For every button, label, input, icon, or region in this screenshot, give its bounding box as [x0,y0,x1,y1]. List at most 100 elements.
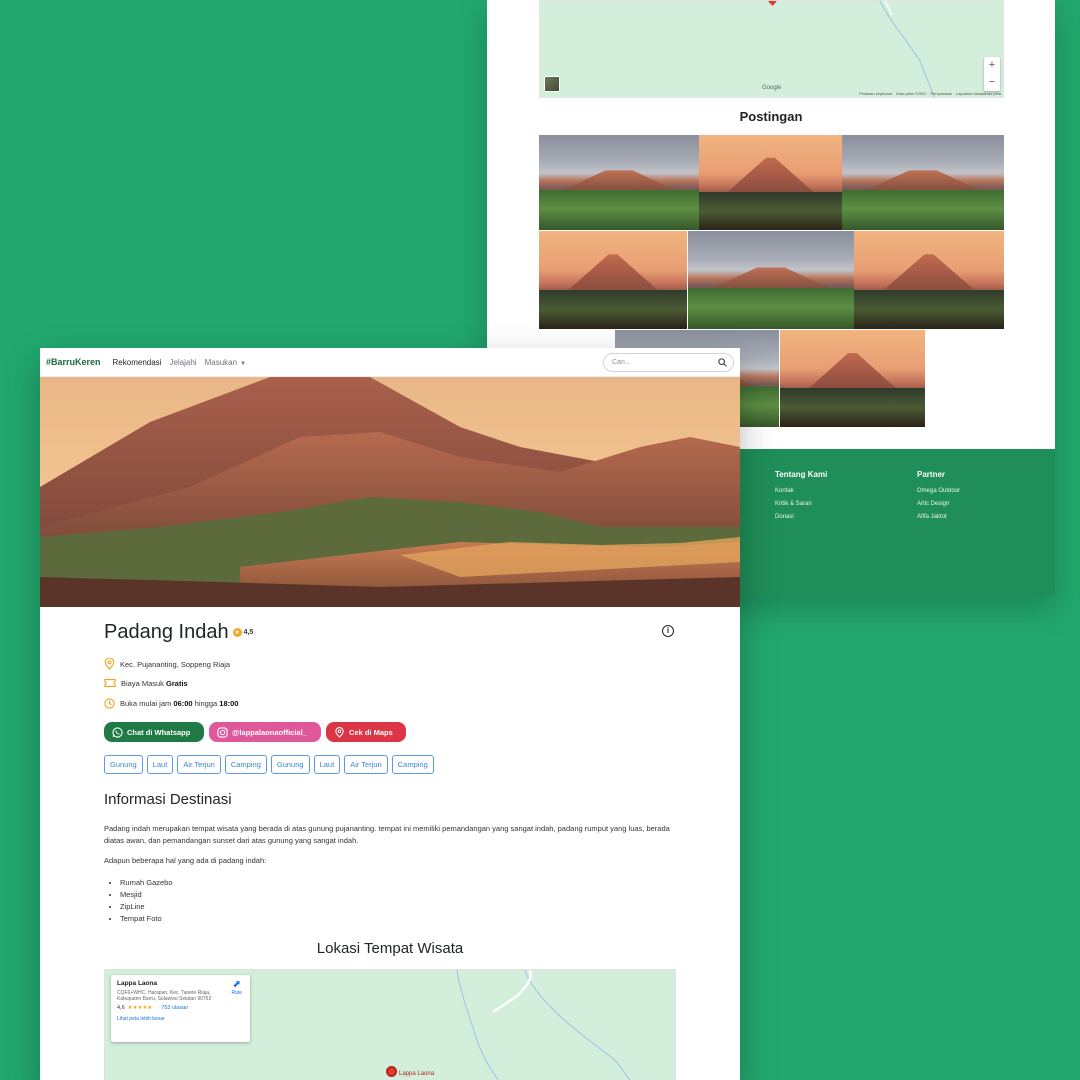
footer-link-partner[interactable]: Omega Outdoor [917,488,960,494]
rating: ★ 4,5 [232,628,254,637]
post-photo[interactable] [842,135,1004,230]
instagram-label: @lappalaonaofficial_ [232,727,307,737]
post-photo[interactable] [539,135,699,230]
satellite-toggle[interactable] [544,76,560,92]
map-rating-value: 4,6 [117,1005,125,1011]
directions-icon: ⬈ [232,979,241,990]
maps-label: Cek di Maps [349,727,393,737]
map-pin-icon[interactable] [386,1066,397,1077]
search-box [603,353,734,372]
list-item: Tempat Foto [120,914,173,923]
title-row: Padang Indah ★ 4,5 [104,621,253,644]
footer-partner-column: Partner Omega Outdoor Artic Design Afifa… [917,470,960,527]
post-photo[interactable] [539,231,687,329]
footer-link-contact[interactable]: Kontak [775,488,827,494]
rating-value: 4,5 [243,629,254,636]
map-place-address: CQF6+WHC, Harapan, Kec. Tanete Riaja, Ka… [117,990,212,1002]
hero-image [40,377,740,607]
google-logo: Google [762,85,782,91]
location-row: Kec. Pujananting, Soppeng Riaja [104,658,230,670]
navbar: #BarruKeren Rekomendasi Jelajahi Masukan… [40,348,740,377]
fee-label: Biaya Masuk [121,678,164,688]
instagram-button[interactable]: @lappalaonaofficial_ [209,722,321,742]
search-icon[interactable] [718,358,727,367]
whatsapp-icon [112,726,123,738]
larger-map-link[interactable]: Lihat peta lebih besar [117,1016,244,1022]
tag-chip[interactable]: Laut [313,755,341,774]
instagram-icon [217,726,228,738]
zoom-out-button[interactable]: − [984,74,1000,91]
post-photo[interactable] [688,231,854,329]
report-error-link[interactable]: Laporkan kesalahan peta [956,91,1001,96]
map-place-name: Lappa Laona [117,980,158,987]
tag-chip[interactable]: Laut [146,755,174,774]
fee-row: Biaya Masuk Gratis [104,678,188,688]
map-rating-row: 4,6 ★★★★★ 753 ulasan [117,1005,244,1011]
list-intro: Adapun beberapa hal yang ada di padang i… [104,856,267,865]
info-heading: Informasi Destinasi [104,791,232,808]
nav-dropdown-label: Masukan [204,357,238,367]
tag-chip[interactable]: Camping [391,755,434,774]
post-photo[interactable] [780,330,925,427]
mountain-landscape [40,377,740,607]
maps-button[interactable]: Cek di Maps [326,722,406,742]
map-data-text: Data peta ©2022 [896,91,927,96]
map-info-card: Lappa Laona CQF6+WHC, Harapan, Kec. Tane… [111,975,250,1042]
post-photo[interactable] [854,231,1004,329]
map-pin-icon [335,726,344,738]
facility-list: Rumah Gazebo Mesjid ZipLine Tempat Foto [120,878,173,926]
info-icon[interactable]: i [662,625,674,637]
map-stars: ★★★★★ [127,1005,153,1011]
route-button[interactable]: ⬈ Rute [231,979,242,997]
list-item: Mesjid [120,890,173,899]
zoom-control[interactable]: + − [984,57,1000,91]
clock-icon [104,698,115,709]
footer-partner-title: Partner [917,470,946,479]
tag-chip[interactable]: Gunung [104,755,143,774]
embedded-map[interactable]: Lappa Laona CQF6+WHC, Harapan, Kec. Tane… [104,969,676,1080]
list-item: Rumah Gazebo [120,878,173,887]
open-time: 06:00 [173,699,193,708]
tag-chip[interactable]: Gunung [270,755,310,774]
tag-list: Gunung Laut Air Terjun Camping Gunung La… [104,755,434,774]
whatsapp-label: Chat di Whatsapp [127,727,191,737]
hours-row: Buka mulai jam 06:00 hingga 18:00 [104,698,238,709]
nav-dropdown-feedback[interactable]: Masukan ▼ [205,358,246,367]
hours-label: Buka mulai jam [120,699,172,708]
tag-chip[interactable]: Air Terjun [344,755,388,774]
post-photo[interactable] [699,135,842,230]
location-pin-icon [104,658,115,670]
hours-mid: hingga [194,699,218,708]
footer-link-partner[interactable]: Afifa Jaktot [917,514,960,520]
footer-link-feedback[interactable]: Kritik & Saran [775,501,827,507]
map-reviews-link[interactable]: 753 ulasan [161,1005,188,1011]
nav-link-explore[interactable]: Jelajahi [169,358,196,367]
list-item: ZipLine [120,902,173,911]
map-pin-label: Lappa Laona [399,1071,435,1077]
route-label: Rute [231,990,242,996]
brand-logo[interactable]: #BarruKeren [46,357,101,367]
ticket-icon [104,679,116,687]
terms-link[interactable]: Persyaratan [930,91,952,96]
caret-down-icon: ▼ [240,360,247,367]
footer-about-title: Tentang Kami [775,470,828,479]
map-attribution: Pintasan keyboard Data peta ©2022 Persya… [859,91,1001,96]
front-page-mockup: #BarruKeren Rekomendasi Jelajahi Masukan… [40,348,740,1080]
whatsapp-button[interactable]: Chat di Whatsapp [104,722,204,742]
footer-link-donate[interactable]: Donasi [775,514,827,520]
map-roads [879,1,935,97]
tag-chip[interactable]: Camping [224,755,267,774]
footer-link-partner[interactable]: Artic Design [917,501,960,507]
footer-about-column: Tentang Kami Kontak Kritik & Saran Donas… [775,470,827,527]
nav-link-recommendation[interactable]: Rekomendasi [113,358,162,367]
action-buttons: Chat di Whatsapp @lappalaonaofficial_ Ce… [104,722,406,742]
tag-chip[interactable]: Air Terjun [177,755,221,774]
place-title: Padang Indah [104,621,229,643]
zoom-in-button[interactable]: + [984,57,1000,74]
star-icon: ★ [232,628,242,637]
search-input[interactable] [612,359,718,366]
embedded-map-top[interactable]: + − Google Pintasan keyboard Data peta ©… [539,0,1004,98]
keyboard-shortcuts-link[interactable]: Pintasan keyboard [859,91,892,96]
fee-value: Gratis [166,678,188,688]
posts-heading: Postingan [739,109,803,124]
